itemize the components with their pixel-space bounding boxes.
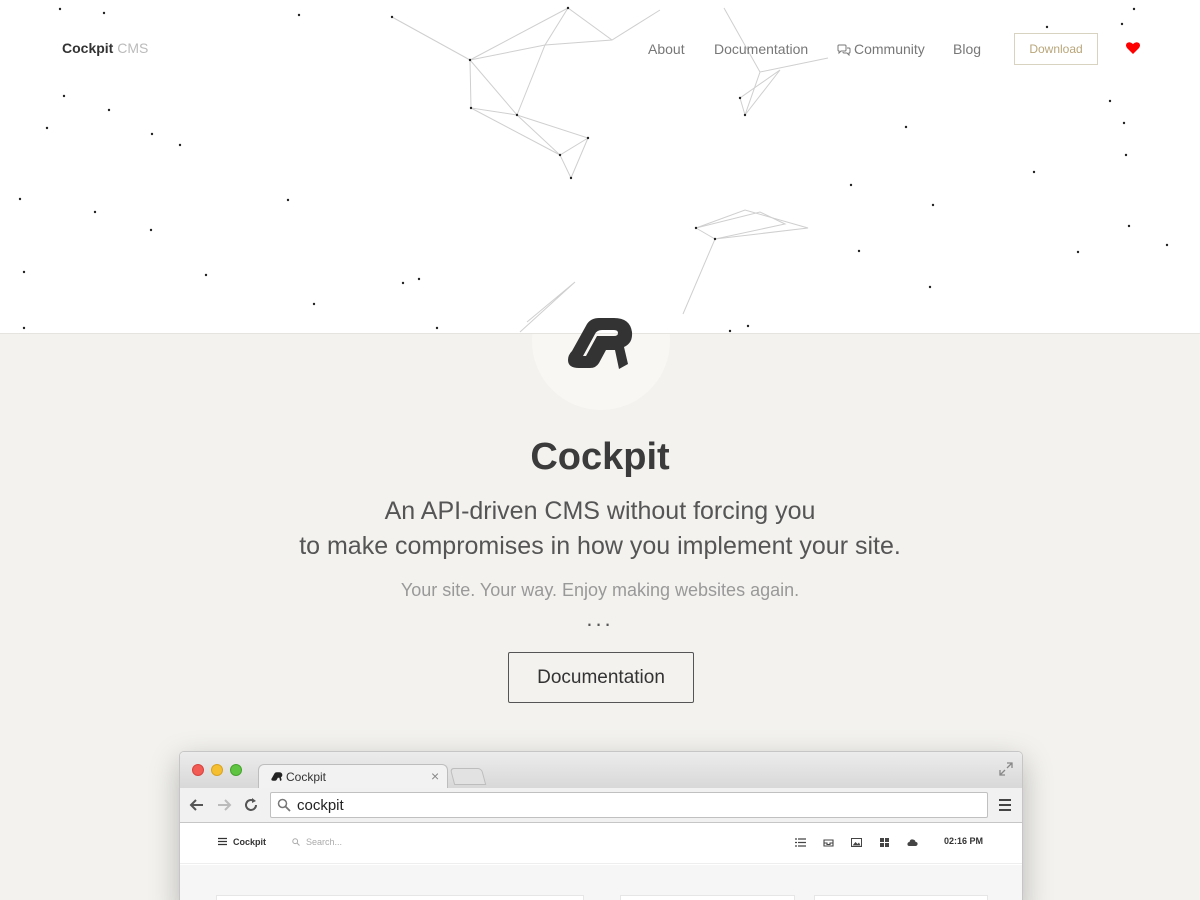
tagline-line-1: An API-driven CMS without forcing you — [384, 497, 816, 525]
hero-tagline: An API-driven CMS without forcing you to… — [0, 494, 1200, 564]
dashboard-card — [814, 895, 988, 900]
nav-link-blog[interactable]: Blog — [953, 41, 981, 57]
brand-suffix: CMS — [117, 40, 149, 56]
browser-tab: Cockpit × — [258, 764, 448, 789]
hero-title: Cockpit — [530, 436, 670, 478]
nav-link-about[interactable]: About — [648, 41, 685, 57]
tagline-line-2: to make compromises in how you implement… — [299, 532, 901, 560]
ellipsis-divider: ... — [586, 606, 614, 631]
reload-icon — [245, 798, 257, 811]
download-button[interactable]: Download — [1014, 33, 1098, 65]
nav-link-community[interactable]: Community — [837, 41, 925, 59]
dashboard-card — [620, 895, 795, 900]
app-body — [180, 865, 1022, 900]
heart-icon[interactable] — [1125, 40, 1141, 56]
app-search-placeholder: Search... — [306, 837, 343, 847]
nav-link-documentation[interactable]: Documentation — [714, 41, 808, 57]
grid-icon — [880, 838, 889, 847]
browser-menu-icon — [999, 799, 1011, 811]
cockpit-favicon-icon — [271, 772, 283, 781]
inbox-icon — [823, 839, 834, 847]
search-icon — [277, 798, 291, 812]
documentation-button[interactable]: Documentation — [508, 652, 694, 703]
expand-icon — [999, 762, 1013, 776]
tab-title: Cockpit — [286, 770, 327, 784]
app-search-icon — [292, 838, 300, 846]
cloud-icon — [907, 839, 918, 846]
dashboard-card — [216, 895, 584, 900]
window-close-dot — [192, 764, 204, 776]
tab-close-icon: × — [431, 768, 440, 784]
back-arrow-icon — [189, 799, 203, 811]
top-navigation: Cockpit CMS About Documentation Communit… — [0, 0, 1200, 96]
nav-community-label: Community — [854, 41, 925, 57]
browser-titlebar: Cockpit × — [180, 752, 1022, 789]
browser-toolbar: cockpit — [180, 788, 1022, 823]
list-icon — [795, 838, 806, 847]
app-clock: 02:16 PM — [944, 836, 984, 846]
app-header: Cockpit Search... 02:16 PM — [180, 824, 1022, 864]
new-tab-button — [449, 768, 487, 785]
address-text: cockpit — [297, 797, 344, 814]
cockpit-logo-icon — [568, 318, 633, 369]
address-bar: cockpit — [270, 792, 988, 818]
hero-section: Cockpit CMS About Documentation Communit… — [0, 0, 1200, 334]
chat-bubbles-icon — [837, 43, 851, 59]
forward-arrow-icon — [218, 799, 232, 811]
app-brand: Cockpit — [233, 837, 267, 847]
hamburger-icon — [218, 837, 227, 846]
hero-subtagline: Your site. Your way. Enjoy making websit… — [400, 580, 800, 600]
site-brand[interactable]: Cockpit CMS — [62, 40, 148, 56]
brand-name: Cockpit — [62, 40, 114, 56]
browser-mockup: Cockpit × cockpit Cockpit Search... 02:1… — [179, 751, 1023, 900]
window-minimize-dot — [211, 764, 223, 776]
window-zoom-dot — [230, 764, 242, 776]
image-icon — [851, 838, 862, 847]
